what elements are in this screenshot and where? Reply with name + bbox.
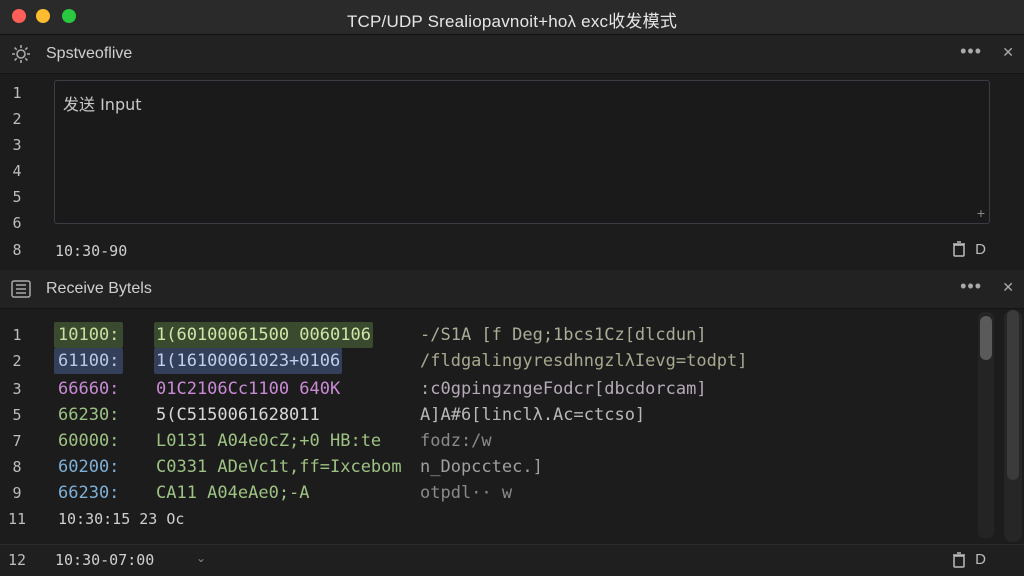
- line-number: 1: [12, 326, 22, 344]
- send-d-button[interactable]: D: [975, 241, 986, 258]
- send-timestamp: 10:30-90: [55, 242, 128, 260]
- receive-d-button[interactable]: D: [975, 551, 986, 568]
- line-number: 4: [12, 162, 22, 180]
- window-title: TCP/UDP Srealiopavnoit+hoλ exc收发模式: [346, 12, 678, 31]
- gear-icon: [10, 43, 32, 65]
- row-hex: 1(60100061500 0060106: [154, 322, 373, 348]
- row-hex: 1(16100061023+0106: [154, 348, 343, 374]
- send-panel-close-icon[interactable]: ✕: [1002, 44, 1014, 61]
- receive-panel-close-icon[interactable]: ✕: [1002, 279, 1014, 296]
- row-address: 61100:: [54, 348, 124, 374]
- row-ascii: fodz:/w: [420, 431, 492, 451]
- resize-grip-icon[interactable]: +: [977, 205, 985, 221]
- line-number: 2: [12, 352, 22, 370]
- title-bar: TCP/UDP Srealiopavnoit+hoλ exc收发模式: [0, 0, 1024, 35]
- line-number: 3: [12, 136, 22, 154]
- window-scrollbar[interactable]: [1004, 310, 1022, 542]
- table-row: 5 66230: 5(C5150061628011 A]A#6[linclλ.A…: [0, 402, 970, 428]
- receive-scrollbar[interactable]: [978, 312, 994, 538]
- line-number: 6: [12, 214, 22, 232]
- line-number: 3: [12, 380, 22, 398]
- line-number: 8: [12, 241, 22, 259]
- line-number: 8: [12, 458, 22, 476]
- line-number: 11: [7, 510, 27, 528]
- chevron-down-icon[interactable]: ⌄: [196, 551, 206, 565]
- table-row: 1 10100: 1(60100061500 0060106 -/S1A [f …: [0, 322, 970, 348]
- send-panel-title: Spstveoflive: [46, 45, 133, 62]
- row-hex: 01C2106Cc1100 640K: [156, 379, 341, 399]
- trash-icon[interactable]: [952, 241, 966, 262]
- receive-status-time: 10:30-07:00: [55, 551, 155, 569]
- list-icon: [10, 278, 32, 300]
- send-more-menu-button[interactable]: •••: [960, 41, 982, 62]
- row-hex: L0131 A04e0cZ;+0 HB:te: [156, 431, 382, 451]
- send-status-row: 8 10:30-90 D: [0, 236, 1024, 266]
- receive-panel-header: Receive Bytels ••• ✕: [0, 270, 1024, 309]
- send-panel-header: Spstveoflive ••• ✕: [0, 35, 1024, 74]
- line-number: 12: [7, 551, 27, 569]
- receive-timestamp: 10:30:15 23 Oc: [58, 510, 185, 528]
- row-ascii: otpdl·· w: [420, 483, 513, 503]
- row-address: 60200:: [58, 457, 120, 477]
- row-address: 66230:: [58, 483, 120, 503]
- table-row: 7 60000: L0131 A04e0cZ;+0 HB:te fodz:/w: [0, 428, 970, 454]
- table-row: 11 10:30:15 23 Oc: [0, 506, 970, 532]
- row-ascii: A]A#6[linclλ.Ac=ctcso]: [420, 405, 646, 425]
- line-number: 9: [12, 484, 22, 502]
- send-input-container: +: [54, 80, 990, 224]
- table-row: 9 66230: CA11 A04eAe0;-A otpdl·· w: [0, 480, 970, 506]
- row-address: 60000:: [58, 431, 120, 451]
- send-input[interactable]: [55, 81, 989, 223]
- line-number: 5: [12, 406, 22, 424]
- row-ascii: -/S1A [f Deg;1bcs1Cz[dlcdun]: [420, 325, 707, 345]
- table-row: 3 66660: 01C2106Cc1100 640K :c0gpingznge…: [0, 376, 970, 402]
- receive-scrollbar-thumb[interactable]: [980, 316, 992, 360]
- row-address: 10100:: [54, 322, 124, 348]
- row-address: 66660:: [58, 379, 120, 399]
- row-ascii: n_Dopcctec.]: [420, 457, 543, 477]
- app-window: TCP/UDP Srealiopavnoit+hoλ exc收发模式 Spstv…: [0, 0, 1024, 576]
- table-row: 8 60200: C0331 ADeVc1t,ff=Ixcebom n_Dopc…: [0, 454, 970, 480]
- line-number: 1: [12, 84, 22, 102]
- row-hex: CA11 A04eAe0;-A: [156, 483, 310, 503]
- row-address: 66230:: [58, 405, 120, 425]
- row-hex: 5(C5150061628011: [156, 405, 320, 425]
- line-number: 5: [12, 188, 22, 206]
- line-number: 7: [12, 432, 22, 450]
- receive-more-menu-button[interactable]: •••: [960, 276, 982, 297]
- line-number: 2: [12, 110, 22, 128]
- row-ascii: :c0gpingzngeFodcr[dbcdorcam]: [420, 379, 707, 399]
- window-scrollbar-thumb[interactable]: [1007, 310, 1019, 480]
- receive-status-bar: 12 10:30-07:00 ⌄ D: [0, 544, 1024, 576]
- row-ascii: /fldgalingyresdhngzlλIevg=todpt]: [420, 351, 748, 371]
- receive-data-area: 1 10100: 1(60100061500 0060106 -/S1A [f …: [0, 310, 1024, 542]
- row-hex: C0331 ADeVc1t,ff=Ixcebom: [156, 457, 402, 477]
- table-row: 2 61100: 1(16100061023+0106 /fldgalingyr…: [0, 348, 970, 374]
- trash-icon[interactable]: [952, 552, 966, 573]
- receive-panel-title: Receive Bytels: [46, 280, 152, 297]
